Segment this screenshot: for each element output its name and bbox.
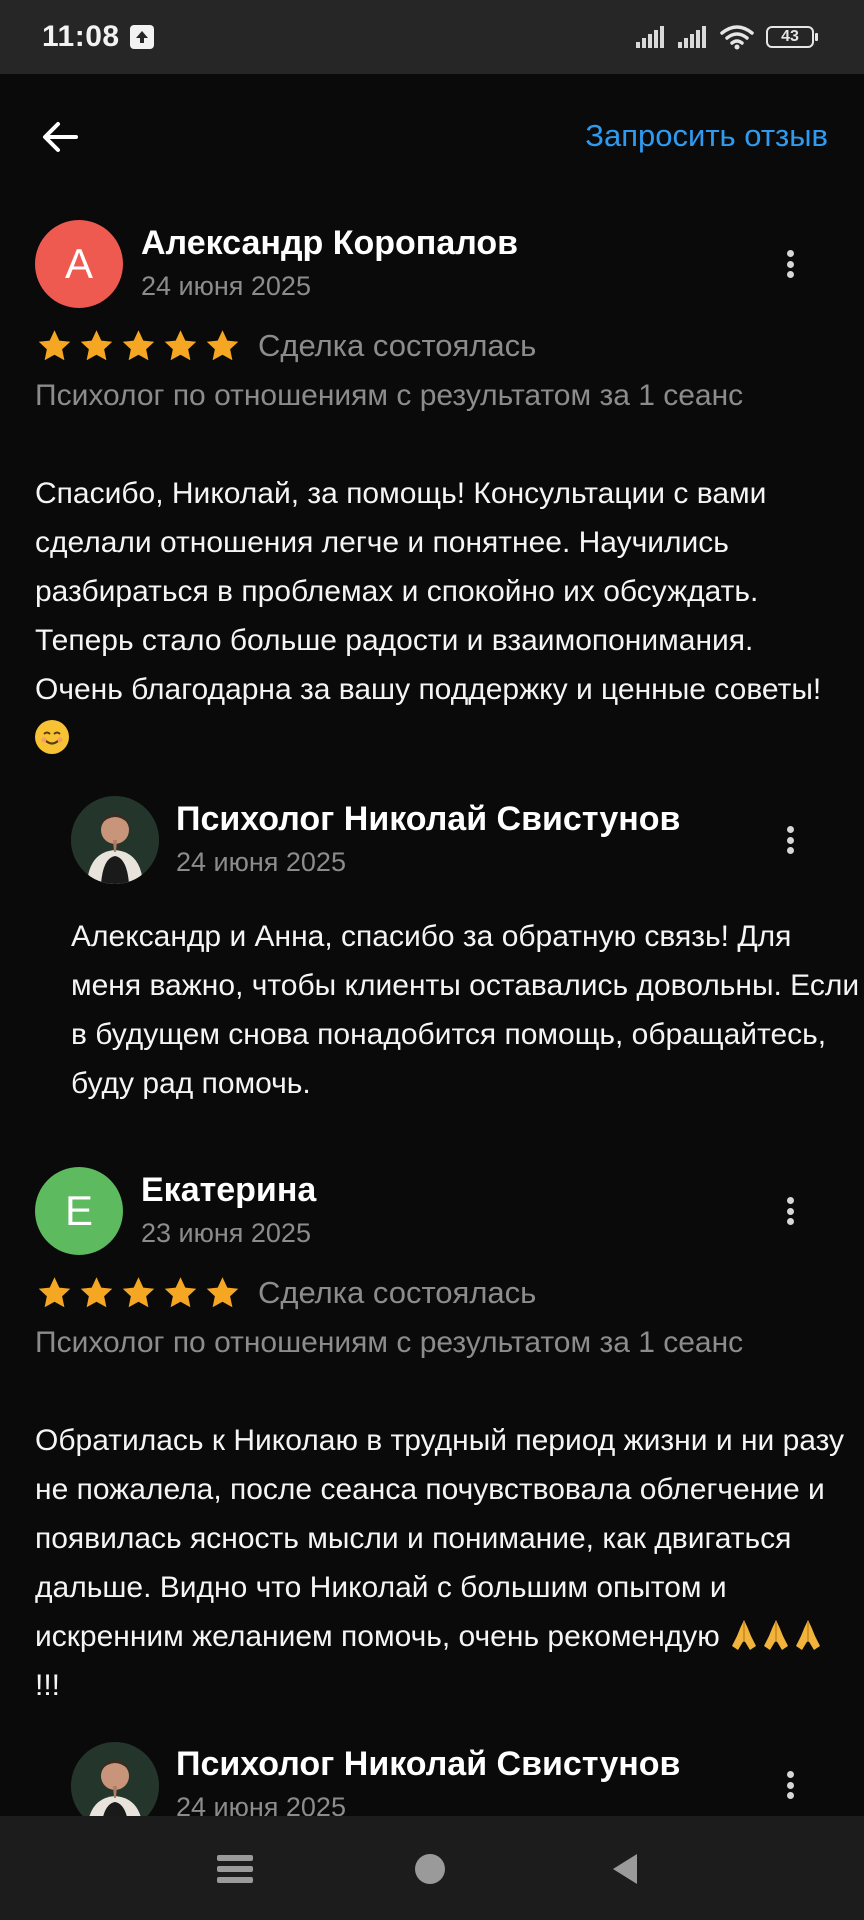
reply-more-options-button[interactable] [775,820,805,860]
deal-status: Сделка состоялась [258,1275,537,1310]
review-text: Обратилась к Николаю в трудный период жи… [35,1416,845,1710]
star-icon [38,1277,71,1308]
dot [786,260,794,268]
star-icon [38,330,71,361]
star-icon [122,330,155,361]
star-icon [206,1277,239,1308]
menu-icon [217,1855,253,1883]
status-time: 11:08 [42,20,120,53]
reply-date: 24 июня 2025 [176,847,346,877]
rating-stars [36,1275,241,1311]
review-card: Е Екатерина 23 июня 2025 Сделка состояла… [0,1145,864,1816]
status-right: 43 [636,24,818,50]
star-icon [164,1277,197,1308]
pray-emoji-icon [764,1620,789,1650]
review-date: 24 июня 2025 [141,271,311,301]
battery-icon: 43 [766,26,818,48]
dot [786,250,794,257]
review-text-suffix: !!! [35,1669,61,1702]
review-date: 23 июня 2025 [141,1218,311,1248]
back-triangle-icon [613,1854,637,1884]
review-text-body: Спасибо, Николай, за помощь! Консультаци… [35,477,822,706]
smile-emoji-icon [35,720,69,754]
service-name: Психолог по отношениям с результатом за … [35,1326,744,1359]
deal-status: Сделка состоялась [258,328,537,363]
back-button[interactable] [36,112,86,162]
app-header: Запросить отзыв [0,74,864,198]
reply-text: Александр и Анна, спасибо за обратную св… [71,920,860,1100]
pray-emoji-icon [796,1620,821,1650]
dot [786,1218,794,1225]
request-review-link[interactable]: Запросить отзыв [585,118,828,154]
avatar: Е [35,1167,123,1255]
home-button[interactable] [405,1844,455,1894]
more-options-button[interactable] [775,1191,805,1231]
star-icon [122,1277,155,1308]
star-icon [206,330,239,361]
back-nav-button[interactable] [600,1844,650,1894]
avatar: А [35,220,123,308]
reply-more-options-button[interactable] [775,1765,805,1805]
more-options-button[interactable] [775,244,805,284]
rating-stars [36,328,241,364]
star-icon [80,330,113,361]
review-text-body: Обратилась к Николаю в трудный период жи… [35,1424,845,1653]
signal-icon [636,26,664,48]
reviewer-name: Екатерина [141,1171,317,1209]
dot [786,847,794,854]
signal-icon [678,26,706,48]
home-circle-icon [415,1854,445,1884]
status-left: 11:08 [42,20,154,54]
system-nav-bar [0,1816,864,1920]
reply-author: Психолог Николай Свистунов [176,1745,681,1783]
dot [786,826,794,833]
dot [786,1792,794,1799]
star-icon [80,1277,113,1308]
dot [786,836,794,844]
dot [786,1197,794,1204]
review-card: А Александр Коропалов 24 июня 2025 Сделк… [0,198,864,1100]
dot [786,1207,794,1215]
reply-avatar [71,1742,159,1816]
menu-button[interactable] [210,1844,260,1894]
star-icon [164,330,197,361]
reply-date: 24 июня 2025 [176,1792,346,1816]
dot [786,1771,794,1778]
reviewer-name: Александр Коропалов [141,224,519,262]
dot [786,271,794,278]
reply-avatar [71,796,159,884]
review-text: Спасибо, Николай, за помощь! Консультаци… [35,469,845,763]
pray-emoji-icon [732,1620,757,1650]
status-bar: 11:08 43 [0,0,864,74]
service-name: Психолог по отношениям с результатом за … [35,379,744,412]
upload-icon [129,25,154,49]
dot [786,1781,794,1789]
wifi-icon [720,25,754,50]
arrow-left-icon [43,122,78,152]
reply-author: Психолог Николай Свистунов [176,800,681,838]
